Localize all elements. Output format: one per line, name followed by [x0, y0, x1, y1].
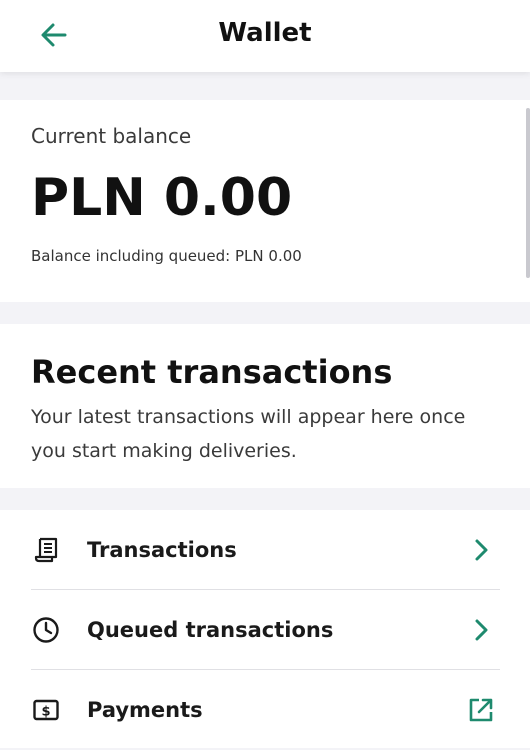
chevron-right-icon: [466, 535, 496, 565]
chevron-right-icon: [466, 615, 496, 645]
recent-transactions-card: Recent transactions Your latest transact…: [0, 324, 530, 488]
balance-amount: PLN 0.00: [31, 168, 293, 228]
external-link-icon: [466, 695, 496, 725]
balance-label: Current balance: [31, 124, 192, 148]
menu-item-payments[interactable]: $ Payments: [31, 670, 500, 750]
receipt-icon: [31, 535, 61, 565]
page-title: Wallet: [218, 18, 312, 48]
menu-item-transactions[interactable]: Transactions: [31, 510, 500, 590]
balance-card: Current balance PLN 0.00 Balance includi…: [0, 100, 530, 302]
payments-icon: $: [31, 695, 61, 725]
menu-item-label: Payments: [87, 698, 203, 722]
menu-item-label: Queued transactions: [87, 618, 334, 642]
recent-transactions-title: Recent transactions: [31, 353, 393, 391]
balance-including-queued: Balance including queued: PLN 0.00: [31, 247, 302, 265]
clock-icon: [31, 615, 61, 645]
svg-text:$: $: [41, 705, 50, 720]
scrollbar[interactable]: [526, 108, 530, 278]
app-header: Wallet: [0, 0, 530, 72]
recent-transactions-description: Your latest transactions will appear her…: [31, 406, 466, 462]
menu-item-label: Transactions: [87, 538, 237, 562]
menu-item-queued-transactions[interactable]: Queued transactions: [31, 590, 500, 670]
wallet-menu: Transactions Queued transactions $ Payme…: [0, 510, 530, 748]
